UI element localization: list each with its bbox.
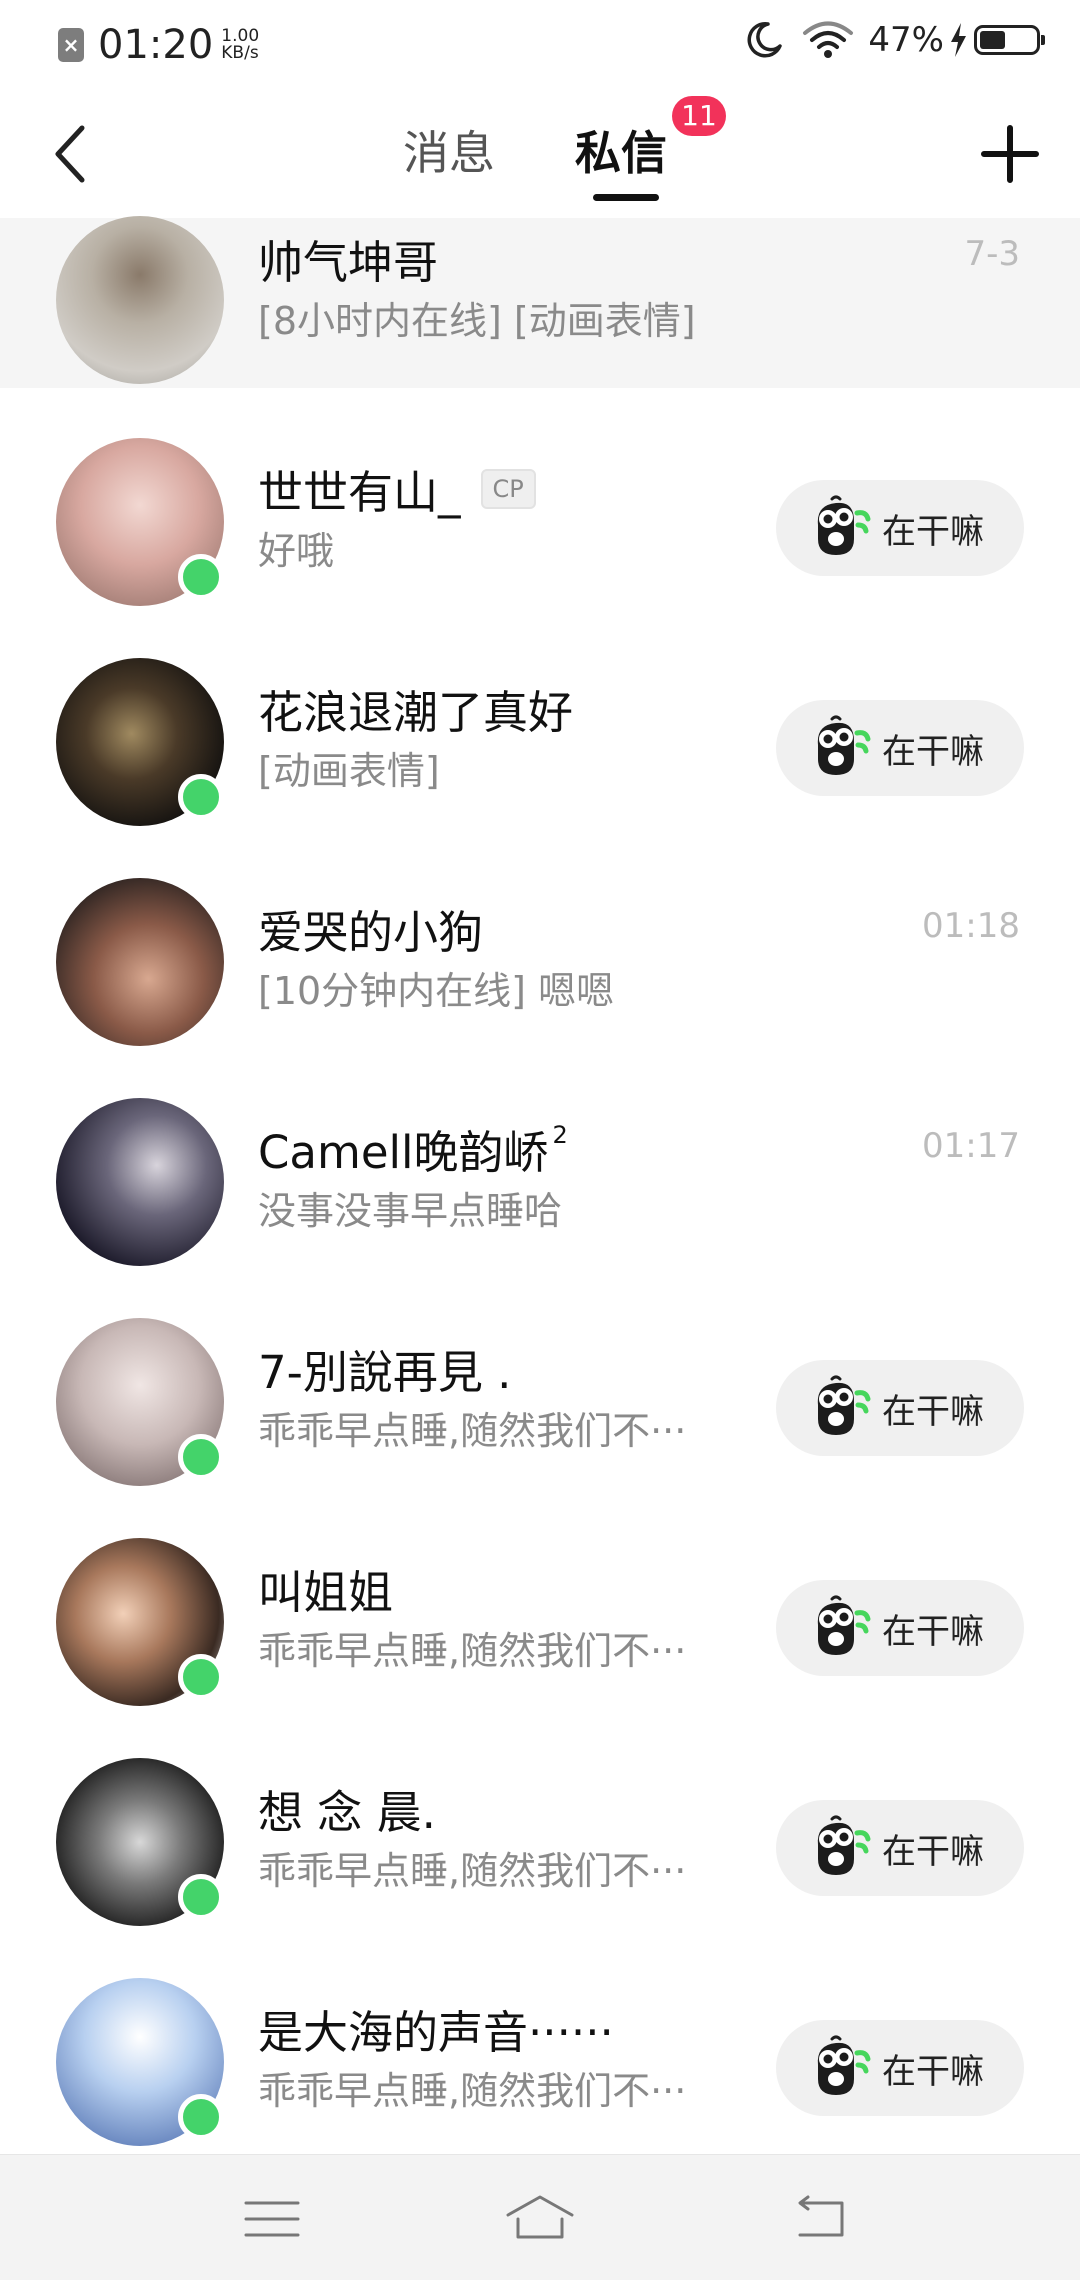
conversation-row[interactable]: 想 念 晨. 乖乖早点睡,随然我们不··· 在干嘛	[0, 1708, 1080, 1928]
greet-button[interactable]: 在干嘛	[776, 700, 1024, 796]
greet-button-label: 在干嘛	[882, 1611, 984, 1652]
tab-messages[interactable]: 消息	[403, 118, 495, 188]
contact-name: 想 念 晨.	[258, 1776, 436, 1841]
contact-name-text: 想 念 晨.	[258, 1786, 436, 1839]
home-icon[interactable]	[500, 2189, 580, 2249]
battery-fill	[980, 31, 1005, 49]
online-status-dot	[178, 774, 224, 820]
message-preview: 乖乖早点睡,随然我们不···	[258, 2069, 687, 2113]
unread-badge: 11	[672, 96, 726, 136]
network-speed: 1.00 KB/s	[221, 28, 259, 62]
greet-button-label: 在干嘛	[882, 511, 984, 552]
system-nav-bar	[0, 2154, 1080, 2280]
message-preview: [8小时内在线] [动画表情]	[258, 299, 696, 343]
online-status-dot	[178, 1434, 224, 1480]
contact-name-text: 帅气坤哥	[258, 236, 439, 289]
menu-icon[interactable]	[232, 2189, 312, 2249]
contact-name-text: 世世有山_	[258, 466, 461, 519]
charging-bolt-icon	[951, 23, 966, 57]
cp-tag: CP	[480, 468, 536, 509]
greet-button[interactable]: 在干嘛	[776, 1360, 1024, 1456]
online-status-dot	[178, 554, 224, 600]
message-time: 01:18	[922, 906, 1020, 946]
greet-button[interactable]: 在干嘛	[776, 1580, 1024, 1676]
back-arrow-icon[interactable]	[44, 118, 104, 188]
conversation-row[interactable]: 世世有山_ CP 好哦 在干嘛	[0, 388, 1080, 608]
contact-name: 帅气坤哥	[258, 226, 438, 291]
battery-icon	[974, 25, 1045, 55]
avatar[interactable]	[56, 878, 224, 1046]
screen: × 01:20 1.00 KB/s 47% 消息 私信 11 帅气坤哥 [8小时…	[0, 0, 1080, 2280]
contact-name: 叫姐姐	[258, 1556, 393, 1621]
online-status-dot	[178, 2094, 224, 2140]
add-icon[interactable]	[974, 118, 1046, 190]
greet-button-label: 在干嘛	[882, 2051, 984, 2092]
wifi-icon	[803, 21, 854, 58]
moon-icon	[748, 22, 783, 58]
greet-face-icon	[817, 1815, 871, 1875]
greet-button[interactable]: 在干嘛	[776, 1800, 1024, 1896]
greet-face-icon	[817, 715, 871, 775]
status-time: 01:20	[98, 22, 214, 68]
greet-button[interactable]: 在干嘛	[776, 480, 1024, 576]
status-bar: × 01:20 1.00 KB/s 47%	[0, 0, 1080, 88]
message-preview: 没事没事早点睡哈	[258, 1189, 563, 1233]
message-preview: [动画表情]	[258, 749, 440, 793]
battery-percent: 47%	[868, 20, 944, 60]
tab-direct-messages[interactable]: 私信	[575, 118, 667, 188]
contact-name-text: 花浪退潮了真好	[258, 686, 574, 739]
back-icon[interactable]	[780, 2189, 860, 2249]
notification-close-icon: ×	[58, 28, 84, 62]
contact-name: 世世有山_ CP	[258, 456, 536, 521]
greet-button[interactable]: 在干嘛	[776, 2020, 1024, 2116]
contact-name-text: 叫姐姐	[258, 1566, 394, 1619]
status-right: 47%	[744, 20, 1045, 60]
message-preview: 好哦	[258, 529, 335, 573]
contact-name: Camell晚韵峤 2	[258, 1116, 568, 1181]
status-left: × 01:20 1.00 KB/s	[58, 22, 259, 68]
online-status-dot	[178, 1874, 224, 1920]
network-speed-unit: KB/s	[221, 43, 259, 63]
message-preview: 乖乖早点睡,随然我们不···	[258, 1409, 687, 1453]
conversation-row[interactable]: 花浪退潮了真好 [动画表情] 在干嘛	[0, 608, 1080, 828]
conversation-row[interactable]: Camell晚韵峤 2 没事没事早点睡哈 01:17	[0, 1048, 1080, 1268]
greet-button-label: 在干嘛	[882, 731, 984, 772]
message-preview: 乖乖早点睡,随然我们不···	[258, 1849, 687, 1893]
battery-cap	[1041, 35, 1045, 45]
online-status-dot	[178, 1654, 224, 1700]
conversation-row[interactable]: 帅气坤哥 [8小时内在线] [动画表情] 7-3	[0, 216, 1080, 388]
greet-button-label: 在干嘛	[882, 1391, 984, 1432]
avatar[interactable]	[56, 216, 224, 384]
greet-face-icon	[817, 2035, 871, 2095]
message-time: 01:17	[922, 1126, 1020, 1166]
contact-name: 爱哭的小狗	[258, 896, 483, 961]
contact-name-text: 爱哭的小狗	[258, 906, 484, 959]
message-preview: [10分钟内在线] 嗯嗯	[258, 969, 615, 1013]
contact-name-text: Camell晚韵峤	[258, 1126, 549, 1179]
conversation-row[interactable]: 爱哭的小狗 [10分钟内在线] 嗯嗯 01:18	[0, 828, 1080, 1048]
contact-name-text: 是大海的声音······	[258, 2006, 614, 2059]
greet-face-icon	[817, 1595, 871, 1655]
conversation-row[interactable]: 叫姐姐乖乖早点睡,随然我们不··· 在干嘛	[0, 1488, 1080, 1708]
header: 消息 私信	[0, 88, 1080, 218]
greet-face-icon	[817, 1375, 871, 1435]
conversation-row[interactable]: 7-別說再見 . 乖乖早点睡,随然我们不··· 在干嘛	[0, 1268, 1080, 1488]
contact-name-text: 7-別說再見 .	[258, 1346, 512, 1399]
avatar[interactable]	[56, 1098, 224, 1266]
contact-name: 7-別說再見 .	[258, 1336, 511, 1401]
conversation-row[interactable]: 是大海的声音······ 乖乖早点睡,随然我们不··· 在干嘛	[0, 1928, 1080, 2148]
greet-face-icon	[817, 495, 871, 555]
contact-name: 是大海的声音······	[258, 1996, 614, 2061]
contact-name: 花浪退潮了真好	[258, 676, 573, 741]
message-preview: 乖乖早点睡,随然我们不···	[258, 1629, 687, 1673]
message-time: 7-3	[964, 234, 1020, 274]
name-superscript: 2	[552, 1120, 568, 1149]
active-tab-indicator	[593, 194, 659, 201]
greet-button-label: 在干嘛	[882, 1831, 984, 1872]
